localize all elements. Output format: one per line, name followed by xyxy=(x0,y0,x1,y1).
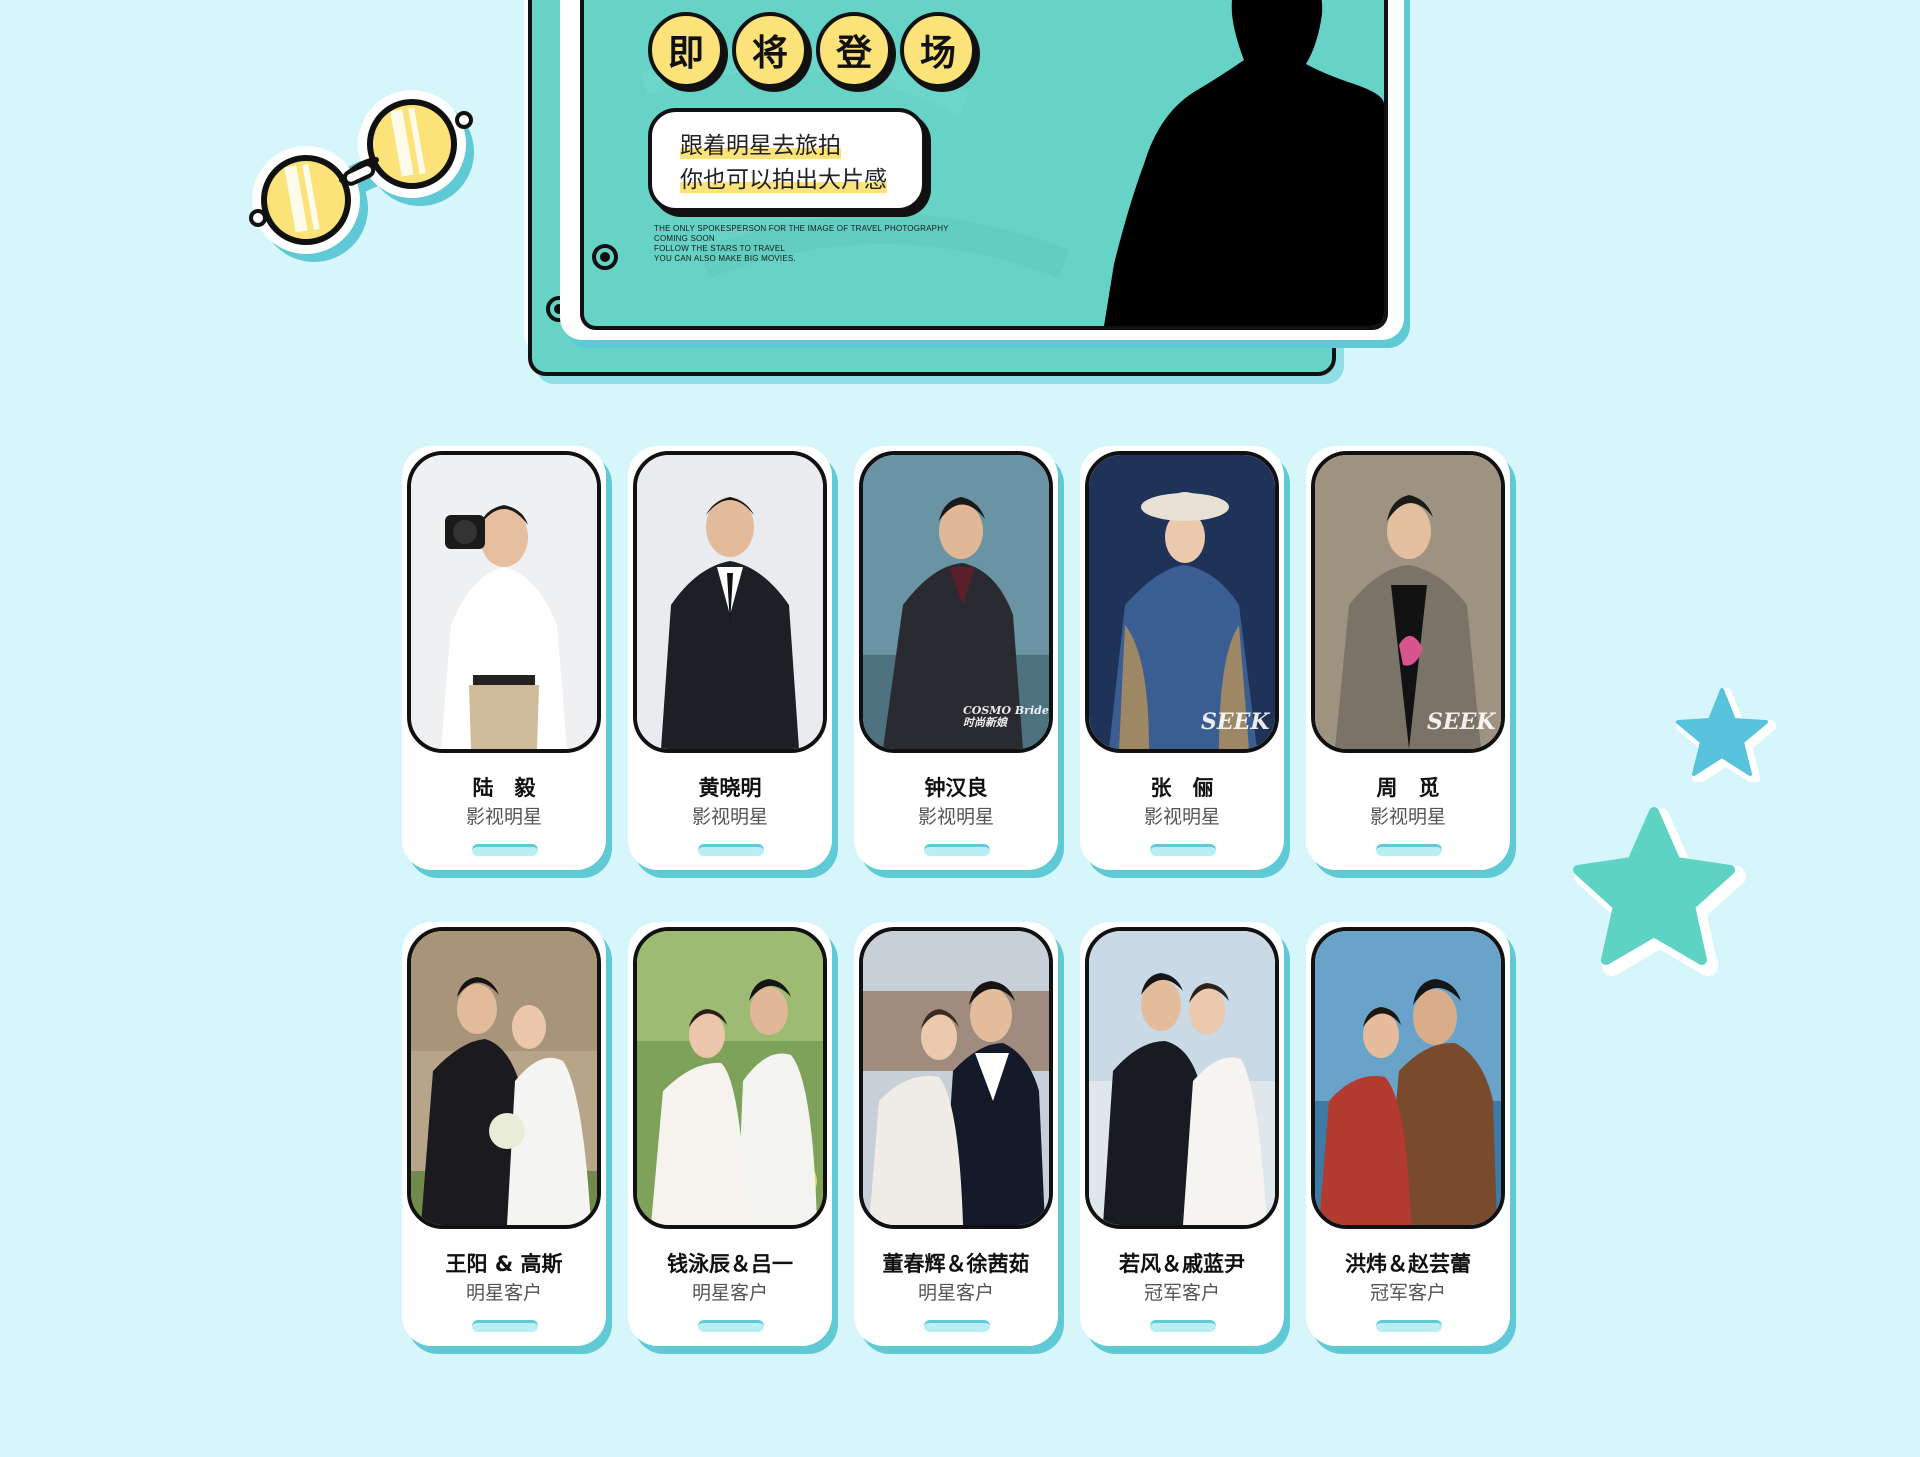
client-card[interactable]: 若风＆戚蓝尹 冠军客户 xyxy=(1080,922,1290,1354)
magazine-watermark: COSMO Bride 时尚新娘 xyxy=(963,704,1049,729)
celebrity-photo xyxy=(407,451,601,753)
celebrity-photo: SEEK xyxy=(1311,451,1505,753)
client-photo xyxy=(407,927,601,1229)
client-photo xyxy=(1311,927,1505,1229)
english-caption: THE ONLY SPOKESPERSON FOR THE IMAGE OF T… xyxy=(654,224,949,233)
celebrity-card[interactable]: 陆 毅 影视明星 xyxy=(402,446,612,878)
title-coin: 即 xyxy=(648,12,724,88)
star-icon xyxy=(1676,688,1776,782)
card-role: 冠军客户 xyxy=(1143,1282,1220,1304)
card-pill xyxy=(1376,844,1442,856)
slogan-bubble: 跟着明星去旅拍 你也可以拍出大片感 xyxy=(648,108,926,212)
card-name: 钱泳辰＆吕一 xyxy=(667,1252,793,1276)
slogan-line: 跟着明星去旅拍 xyxy=(680,133,841,159)
card-role: 明星客户 xyxy=(917,1282,994,1304)
english-caption: FOLLOW THE STARS TO TRAVEL xyxy=(654,244,786,253)
card-name: 洪炜＆赵芸蕾 xyxy=(1345,1252,1471,1276)
card-pill xyxy=(472,1320,538,1332)
card-name: 若风＆戚蓝尹 xyxy=(1119,1252,1245,1276)
slogan-line: 你也可以拍出大片感 xyxy=(680,167,887,193)
card-name: 周 觅 xyxy=(1376,776,1440,800)
title-coin: 登 xyxy=(816,12,892,88)
card-name: 董春辉＆徐茜茹 xyxy=(882,1252,1030,1276)
client-photo xyxy=(633,927,827,1229)
card-name: 钟汉良 xyxy=(924,776,988,800)
rivet xyxy=(592,244,618,270)
card-name: 王阳 & 高斯 xyxy=(445,1252,563,1276)
client-card[interactable]: 洪炜＆赵芸蕾 冠军客户 xyxy=(1306,922,1516,1354)
card-role: 明星客户 xyxy=(465,1282,542,1304)
card-pill xyxy=(472,844,538,856)
card-role: 明星客户 xyxy=(691,1282,768,1304)
title-coin: 将 xyxy=(732,12,808,88)
celebrity-photo: SEEK xyxy=(1085,451,1279,753)
title-coin: 场 xyxy=(900,12,976,88)
card-pill xyxy=(698,844,764,856)
celebrity-card[interactable]: COSMO Bride 时尚新娘 钟汉良 影视明星 xyxy=(854,446,1064,878)
client-photo xyxy=(859,927,1053,1229)
card-role: 冠军客户 xyxy=(1369,1282,1446,1304)
client-photo xyxy=(1085,927,1279,1229)
celebrity-card[interactable]: SEEK 张 俪 影视明星 xyxy=(1080,446,1290,878)
magazine-watermark: SEEK xyxy=(1427,709,1496,735)
card-pill xyxy=(1376,1320,1442,1332)
card-role: 影视明星 xyxy=(465,806,542,828)
silhouette-figure xyxy=(1104,0,1384,326)
card-name: 张 俪 xyxy=(1150,776,1214,800)
card-pill xyxy=(1150,1320,1216,1332)
card-pill xyxy=(924,1320,990,1332)
card-pill xyxy=(1150,844,1216,856)
card-name: 黄晓明 xyxy=(698,776,762,800)
card-role: 影视明星 xyxy=(917,806,994,828)
client-card[interactable]: 钱泳辰＆吕一 明星客户 xyxy=(628,922,838,1354)
celebrity-photo xyxy=(633,451,827,753)
glasses-icon xyxy=(249,90,474,262)
english-caption: COMING SOON xyxy=(654,234,715,243)
card-name: 陆 毅 xyxy=(472,776,536,800)
card-pill xyxy=(924,844,990,856)
star-icon xyxy=(1573,807,1746,976)
client-card[interactable]: 董春辉＆徐茜茹 明星客户 xyxy=(854,922,1064,1354)
celebrity-card[interactable]: 黄晓明 影视明星 xyxy=(628,446,838,878)
celebrity-photo: COSMO Bride 时尚新娘 xyxy=(859,451,1053,753)
card-role: 影视明星 xyxy=(1143,806,1220,828)
card-role: 影视明星 xyxy=(1369,806,1446,828)
celebrity-card[interactable]: SEEK 周 觅 影视明星 xyxy=(1306,446,1516,878)
magazine-watermark: SEEK xyxy=(1201,709,1270,735)
english-caption: YOU CAN ALSO MAKE BIG MOVIES. xyxy=(654,254,796,263)
client-card[interactable]: 王阳 & 高斯 明星客户 xyxy=(402,922,612,1354)
card-pill xyxy=(698,1320,764,1332)
card-role: 影视明星 xyxy=(691,806,768,828)
